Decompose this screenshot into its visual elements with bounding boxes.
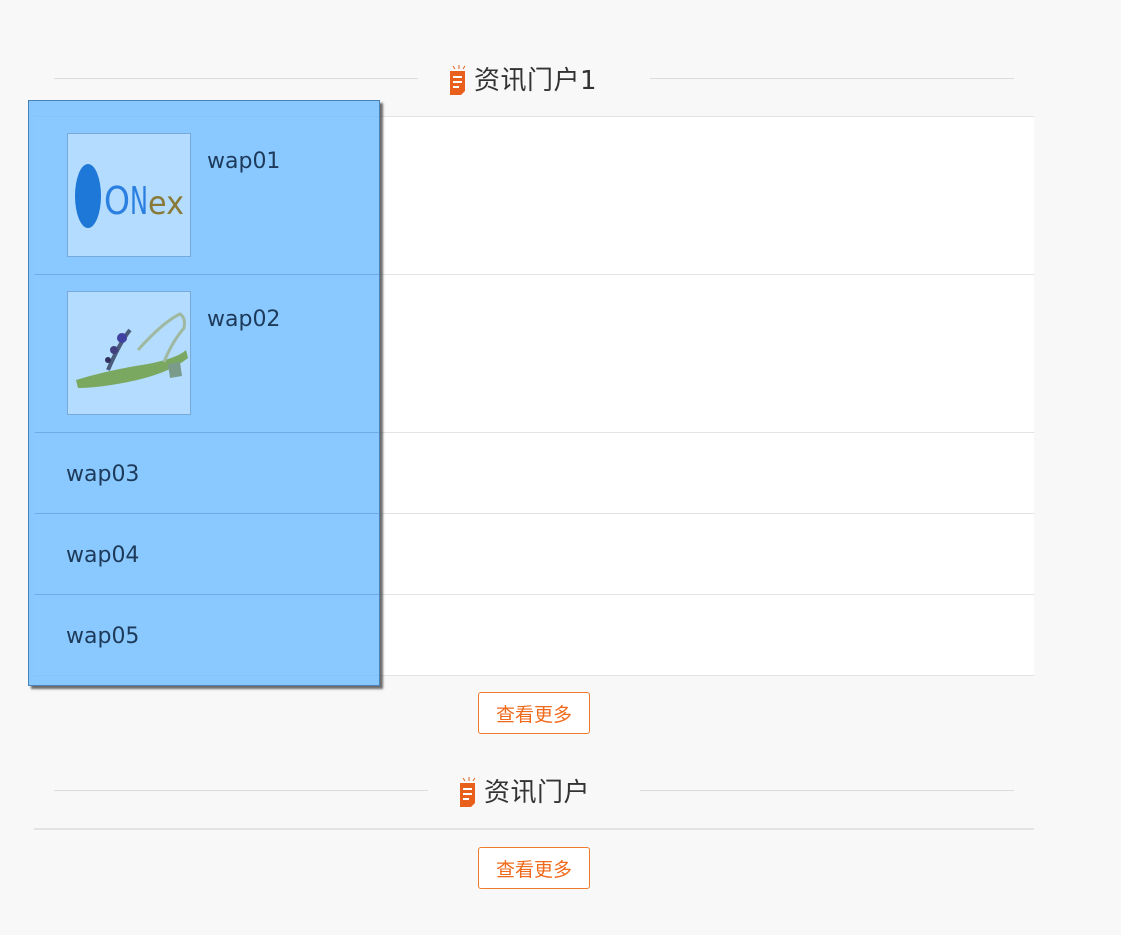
section-divider <box>34 828 1034 830</box>
overlay-list-item[interactable]: wap04 <box>35 513 381 595</box>
view-more-button[interactable]: 查看更多 <box>478 847 590 889</box>
section-header-1: 资讯门户1 <box>54 58 1014 98</box>
view-more-button[interactable]: 查看更多 <box>478 692 590 734</box>
onex-logo-image: O N ex <box>67 133 191 257</box>
overlay-item-label: wap01 <box>207 149 281 174</box>
overlay-list-item[interactable]: wap03 <box>35 432 381 514</box>
header-divider-left <box>54 790 428 791</box>
section-title: 资讯门户 <box>484 777 591 808</box>
svg-text:ex: ex <box>148 184 184 222</box>
overlay-item-label: wap03 <box>66 462 140 487</box>
section-header-2: 资讯门户 <box>54 770 1014 810</box>
document-icon <box>458 777 478 807</box>
sandal-image <box>67 291 191 415</box>
document-icon <box>448 65 468 95</box>
overlay-list-item[interactable]: wap02 <box>35 274 381 433</box>
section-title: 资讯门户1 <box>474 65 598 96</box>
overlay-item-label: wap04 <box>66 543 140 568</box>
header-divider-right <box>640 790 1014 791</box>
overlay-list-item[interactable]: wap05 <box>35 594 381 675</box>
hover-preview-panel: O N ex wap01 wap02 wap03 wap04 wap05 <box>28 100 381 686</box>
overlay-item-label: wap02 <box>207 307 281 332</box>
header-divider-left <box>54 78 418 79</box>
overlay-list-item[interactable]: O N ex wap01 <box>35 101 381 275</box>
svg-text:O: O <box>104 179 130 223</box>
svg-text:N: N <box>130 179 148 223</box>
overlay-item-label: wap05 <box>66 624 140 649</box>
header-divider-right <box>650 78 1014 79</box>
